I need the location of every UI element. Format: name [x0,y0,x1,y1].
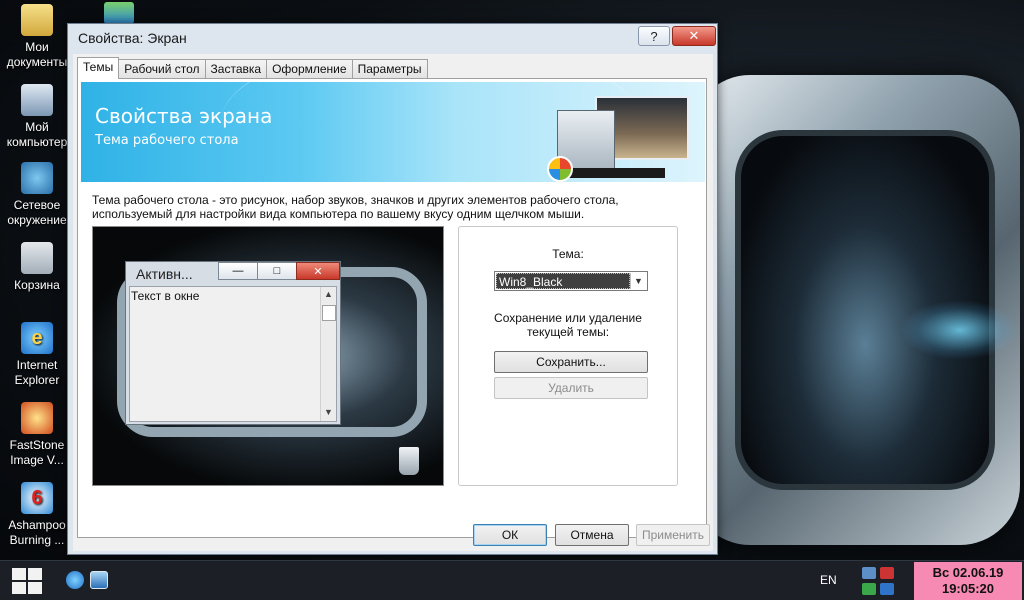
tab-themes[interactable]: Темы [77,57,120,79]
banner-subtitle: Тема рабочего стола [95,133,239,148]
help-button[interactable]: ? [638,26,670,46]
desktop-icon-my-computer[interactable]: Мой компьютер [4,84,70,150]
recycle-bin-icon [21,242,53,274]
desktop-app-icon[interactable] [104,2,134,24]
scroll-up-icon: ▲ [324,289,333,299]
preview-close-icon: ✕ [296,262,340,280]
network-tray-icon[interactable] [862,567,876,579]
folder-icon [21,4,53,36]
theme-dropdown-value: Win8_Black [496,273,630,289]
desktop-icon-label: Burning ... [9,533,65,547]
header-banner: Свойства экрана Тема рабочего стола [81,82,705,182]
desktop-icon-label: окружение [7,213,67,227]
preview-sample-window: Активн... — □ ✕ Текст в окне ▲ ▼ [125,261,341,425]
desktop-icon-faststone[interactable]: FastStone Image V... [4,402,70,468]
start-button[interactable] [12,568,44,594]
ashampoo-flame-icon: 6 [21,482,53,514]
desktop-icon-label: документы [6,55,68,69]
delete-theme-button[interactable]: Удалить [494,377,648,399]
desktop-icon-label: Explorer [14,373,60,387]
tab-appearance[interactable]: Оформление [266,59,353,79]
desktop-icon-label: Image V... [10,453,64,467]
network-icon [21,162,53,194]
desktop-icon-label: Internet [16,358,58,372]
desktop-icon-label: Сетевое [13,198,61,212]
save-delete-label: текущей темы: [526,325,610,339]
language-indicator[interactable]: EN [820,573,837,587]
desktop-icon-internet-explorer[interactable]: e Internet Explorer [4,322,70,388]
preview-maximize-icon: □ [257,262,297,280]
internet-explorer-icon: e [21,322,53,354]
tab-strip: Темы Рабочий стол Заставка Оформление Па… [77,57,428,79]
preview-window-body: Текст в окне ▲ ▼ [129,286,337,422]
banner-monitor-base [569,168,665,178]
theme-label: Тема: [552,247,584,261]
taskbar-internet-explorer-icon[interactable] [66,571,84,589]
faststone-eye-icon [21,402,53,434]
warning-tray-icon[interactable] [880,567,894,579]
theme-selection-group: Тема: Win8_Black ▼ Сохранение или удален… [458,226,678,486]
description-line: Тема рабочего стола - это рисунок, набор… [92,193,619,207]
tab-screensaver[interactable]: Заставка [204,59,268,79]
preview-window-text: Текст в окне [131,289,200,303]
display-properties-dialog: Свойства: Экран ? ✕ Темы Рабочий стол За… [67,23,718,555]
save-delete-label: Сохранение или удаление [494,311,642,325]
desktop-icon-label: Корзина [14,278,60,292]
theme-description: Тема рабочего стола - это рисунок, набор… [92,193,692,221]
desktop-icon-label: Мой [25,120,49,134]
taskbar: EN Вс 02.06.19 19:05:20 [0,560,1024,600]
banner-title: Свойства экрана [95,104,273,128]
cancel-button[interactable]: Отмена [555,524,629,546]
apply-button[interactable]: Применить [636,524,710,546]
ok-button[interactable]: ОК [473,524,547,546]
tab-settings[interactable]: Параметры [351,59,428,79]
windows-logo-icon [12,568,26,580]
desktop-icon-label: Ashampoo [8,518,66,532]
clock-time: 19:05:20 [941,581,995,596]
desktop-icon-recycle-bin[interactable]: Корзина [4,242,70,293]
themes-tab-panel: Свойства экрана Тема рабочего стола Тема… [77,78,707,538]
wallpaper-glow [900,300,1020,360]
tab-desktop[interactable]: Рабочий стол [118,59,206,79]
sync-tray-icon[interactable] [862,583,876,595]
desktop-icon-label: FastStone [9,438,65,452]
desktop-icon-label: Мои [25,40,49,54]
computer-icon [21,84,53,116]
scroll-thumb [322,305,336,321]
close-button[interactable]: ✕ [672,26,716,46]
theme-preview: Активн... — □ ✕ Текст в окне ▲ ▼ [92,226,444,486]
preview-minimize-icon: — [218,262,258,280]
save-theme-button[interactable]: Сохранить... [494,351,648,373]
preview-recycle-bin-icon [399,447,419,475]
taskbar-show-desktop-icon[interactable] [90,571,108,589]
preview-scrollbar: ▲ ▼ [320,287,336,421]
desktop-icon-network[interactable]: Сетевое окружение [4,162,70,228]
description-line: используемый для настройки вида компьюте… [92,207,585,221]
desktop-icon-label: компьютер [6,135,68,149]
dialog-titlebar[interactable]: Свойства: Экран ? ✕ [68,24,717,52]
desktop-icon-my-documents[interactable]: Мои документы [4,4,70,70]
preview-window-title: Активн... [136,266,193,282]
windows-logo-icon [547,156,573,182]
dialog-title: Свойства: Экран [78,30,187,46]
theme-dropdown[interactable]: Win8_Black ▼ [494,271,648,291]
chevron-down-icon[interactable]: ▼ [630,273,646,289]
scroll-down-icon: ▼ [324,407,333,417]
dialog-client: Темы Рабочий стол Заставка Оформление Па… [73,54,713,551]
taskbar-clock[interactable]: Вс 02.06.19 19:05:20 [914,562,1022,600]
clock-date: Вс 02.06.19 [932,565,1004,580]
display-tray-icon[interactable] [880,583,894,595]
desktop-icon-ashampoo[interactable]: 6 Ashampoo Burning ... [4,482,70,548]
